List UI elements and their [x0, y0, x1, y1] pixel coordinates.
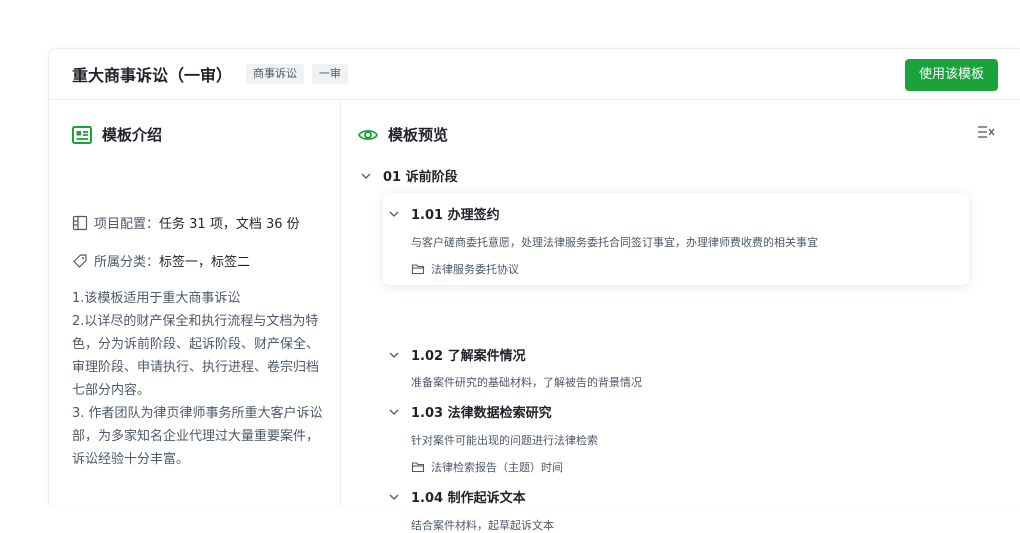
task-description: 针对案件可能出现的问题进行法律检索 [411, 434, 598, 447]
category-value: 标签一，标签二 [159, 255, 251, 270]
task-file[interactable]: 法律检索报告（主题）时间 [411, 459, 563, 475]
task-file-label: 法律服务委托协议 [431, 263, 519, 276]
chevron-down-icon [387, 348, 401, 362]
description-paragraph: 2.以详尽的财产保全和执行流程与文档为特色，分为诉前阶段、起诉阶段、财产保全、审… [72, 314, 320, 398]
task-file-label: 法律检索报告（主题）时间 [431, 461, 563, 474]
task-title: 1.04 制作起诉文本 [411, 491, 526, 506]
task-title: 1.03 法律数据检索研究 [411, 406, 552, 421]
preview-heading-label: 模板预览 [388, 126, 449, 144]
tag-first-instance: 一审 [312, 64, 349, 84]
eye-icon [358, 125, 378, 145]
task-row[interactable]: 1.03 法律数据检索研究 [387, 402, 552, 421]
use-template-button[interactable]: 使用该模板 [904, 59, 998, 91]
chevron-down-icon [387, 490, 401, 504]
template-intro-panel: 模板介绍 项目配置： 任务 31 项，文档 36 份 所属分类： 标签一，标签二… [49, 100, 341, 505]
task-title: 1.01 办理签约 [411, 208, 500, 223]
intro-heading-label: 模板介绍 [102, 126, 163, 144]
chevron-down-icon [387, 405, 401, 419]
chevron-down-icon [387, 207, 401, 221]
phase-row[interactable]: 01 诉前阶段 [359, 166, 458, 185]
category-info: 所属分类： 标签一，标签二 [72, 251, 250, 270]
task-file[interactable]: 法律服务委托协议 [411, 261, 519, 277]
template-detail-card: 重大商事诉讼（一审） 商事诉讼 一审 使用该模板 模板介绍 项目配置： 任务 3… [48, 48, 1020, 532]
tag-icon [72, 253, 88, 269]
task-title: 1.02 了解案件情况 [411, 349, 526, 364]
task-row[interactable]: 1.02 了解案件情况 [387, 345, 526, 364]
preview-heading: 模板预览 [358, 124, 448, 145]
chevron-down-icon [359, 169, 373, 183]
tag-commercial: 商事诉讼 [246, 64, 305, 84]
task-row[interactable]: 1.04 制作起诉文本 [387, 487, 526, 506]
intro-icon [72, 125, 92, 145]
description-paragraph: 3. 作者团队为律页律师事务所重大客户诉讼部，为多家知名企业代理过大量重要案件，… [72, 406, 323, 467]
task-description: 结合案件材料，起草起诉文本 [411, 519, 554, 532]
folder-icon [411, 460, 425, 474]
folder-icon [411, 262, 425, 276]
description-paragraph: 1.该模板适用于重大商事诉讼 [72, 291, 241, 306]
intro-heading: 模板介绍 [72, 124, 162, 145]
category-label: 所属分类： [94, 255, 160, 270]
config-value: 任务 31 项，文档 36 份 [159, 217, 300, 232]
layout-icon [72, 215, 88, 231]
collapse-all-icon[interactable] [977, 124, 995, 140]
config-label: 项目配置： [94, 217, 160, 232]
template-description: 1.该模板适用于重大商事诉讼 2.以详尽的财产保全和执行流程与文档为特色，分为诉… [72, 287, 324, 471]
template-title: 重大商事诉讼（一审） [72, 66, 233, 85]
template-header: 重大商事诉讼（一审） 商事诉讼 一审 使用该模板 [49, 49, 1020, 100]
task-description: 准备案件研究的基础材料，了解被告的背景情况 [411, 376, 642, 389]
template-preview-panel: 模板预览 01 诉前阶段 1.01 办理签约 与客户磋商委托意愿，处理法律服务委… [341, 100, 1020, 532]
task-description: 与客户磋商委托意愿，处理法律服务委托合同签订事宜，办理律师费收费的相关事宜 [411, 236, 818, 249]
project-config: 项目配置： 任务 31 项，文档 36 份 [72, 213, 300, 232]
phase-label: 01 诉前阶段 [383, 170, 458, 185]
task-row[interactable]: 1.01 办理签约 [387, 204, 500, 223]
